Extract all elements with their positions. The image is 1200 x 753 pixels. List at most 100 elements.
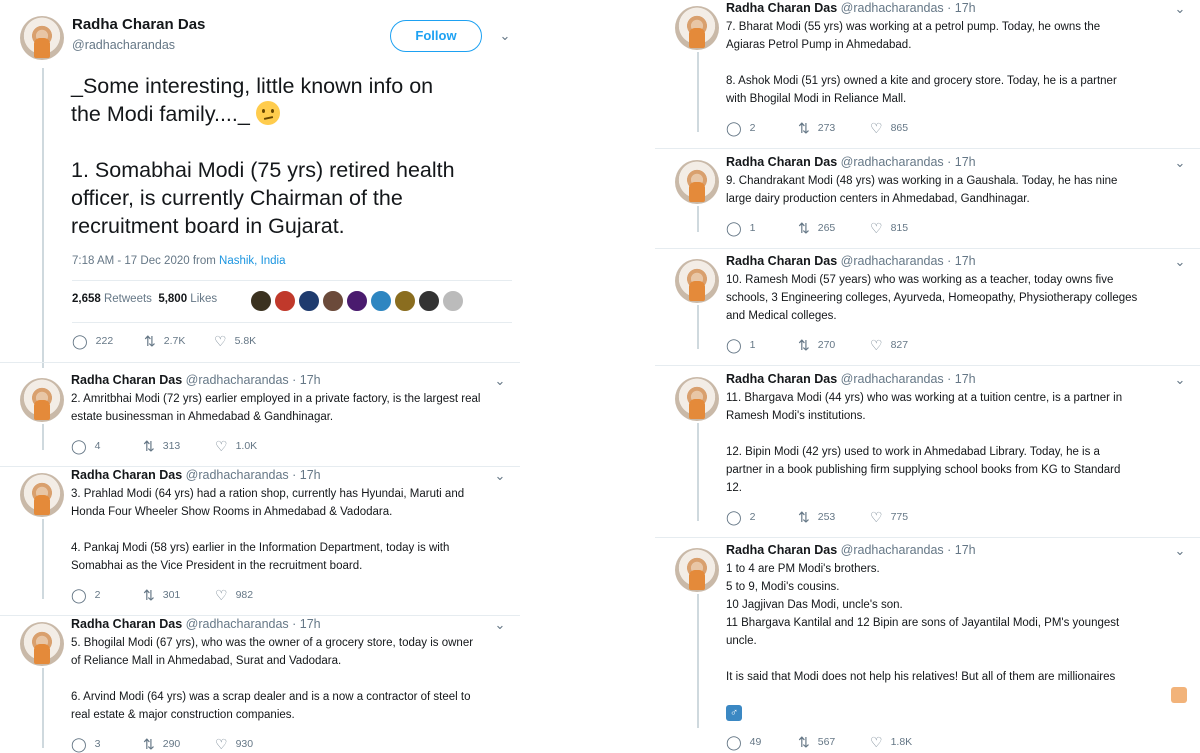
- avatar[interactable]: [20, 473, 64, 517]
- liker-avatar[interactable]: [274, 290, 296, 312]
- avatar[interactable]: [675, 548, 719, 592]
- reply-count: 1: [749, 222, 756, 234]
- chevron-down-icon[interactable]: ⌄: [1172, 372, 1188, 388]
- author-name[interactable]: Radha Charan Das: [726, 254, 837, 268]
- retweet-button[interactable]: ⇅ 273: [798, 120, 835, 137]
- tweet-line: [726, 650, 1191, 668]
- like-button[interactable]: ♡ 827: [870, 337, 908, 354]
- likes-count[interactable]: 5,800: [158, 293, 187, 305]
- likes-label[interactable]: Likes: [190, 293, 217, 305]
- author-name[interactable]: Radha Charan Das: [71, 373, 182, 387]
- reply-button[interactable]: ◯ 2: [71, 587, 101, 604]
- person-emoji-icon: [1171, 687, 1187, 703]
- author-name[interactable]: Radha Charan Das: [726, 372, 837, 386]
- author-name[interactable]: Radha Charan Das: [71, 468, 182, 482]
- liker-avatar[interactable]: [322, 290, 344, 312]
- reply-button[interactable]: ◯ 3: [71, 736, 101, 753]
- reply-button[interactable]: ◯ 2: [726, 120, 756, 137]
- heart-icon: ♡: [215, 587, 228, 603]
- retweet-button[interactable]: ⇅ 2.7K: [144, 333, 185, 350]
- retweet-button[interactable]: ⇅ 265: [798, 220, 835, 237]
- liker-avatar[interactable]: [394, 290, 416, 312]
- tweet-line: Ramesh Modi's institutions.: [726, 410, 866, 422]
- main-author-name[interactable]: Radha Charan Das: [72, 16, 205, 33]
- author-handle[interactable]: @radhacharandas · 17h: [841, 543, 976, 557]
- tweet-line-with-emoji: the Modi family...._: [71, 100, 455, 128]
- retweet-button[interactable]: ⇅ 301: [143, 587, 180, 604]
- retweet-button[interactable]: ⇅ 313: [143, 438, 180, 455]
- tweet-line: [726, 686, 1191, 704]
- author-name[interactable]: Radha Charan Das: [72, 16, 205, 33]
- main-author-handle[interactable]: @radhacharandas: [72, 38, 175, 52]
- author-name[interactable]: Radha Charan Das: [726, 543, 837, 557]
- reply-button[interactable]: ◯ 2: [726, 509, 756, 526]
- chevron-down-icon[interactable]: ⌄: [492, 617, 508, 633]
- retweets-count[interactable]: 2,658: [72, 293, 101, 305]
- chevron-down-icon[interactable]: ⌄: [497, 28, 513, 44]
- avatar[interactable]: [675, 160, 719, 204]
- follow-button[interactable]: Follow: [390, 20, 482, 52]
- like-button[interactable]: ♡ 982: [215, 587, 253, 604]
- heart-icon: ♡: [215, 736, 228, 752]
- liker-avatar[interactable]: [298, 290, 320, 312]
- like-button[interactable]: ♡ 930: [215, 736, 253, 753]
- retweet-count: 265: [817, 222, 836, 234]
- chevron-down-icon[interactable]: ⌄: [1172, 254, 1188, 270]
- reply-button[interactable]: ◯ 4: [71, 438, 101, 455]
- tweet-body: 5. Bhogilal Modi (67 yrs), who was the o…: [71, 634, 511, 724]
- avatar[interactable]: [675, 259, 719, 303]
- heart-icon: ♡: [870, 734, 883, 750]
- author-handle[interactable]: @radhacharandas · 17h: [186, 468, 321, 482]
- chevron-down-icon[interactable]: ⌄: [1172, 1, 1188, 17]
- like-button[interactable]: ♡ 1.0K: [215, 438, 257, 455]
- retweet-arrows-icon: ⇅: [143, 587, 155, 603]
- author-name[interactable]: Radha Charan Das: [726, 155, 837, 169]
- author-handle[interactable]: @radhacharandas · 17h: [841, 254, 976, 268]
- liker-avatar[interactable]: [442, 290, 464, 312]
- chevron-down-icon[interactable]: ⌄: [492, 468, 508, 484]
- liker-avatar[interactable]: [418, 290, 440, 312]
- avatar[interactable]: [675, 6, 719, 50]
- author-handle[interactable]: @radhacharandas · 17h: [186, 373, 321, 387]
- avatar[interactable]: [20, 622, 64, 666]
- liker-avatar[interactable]: [250, 290, 272, 312]
- retweets-label[interactable]: Retweets: [104, 293, 152, 305]
- reply-header: Radha Charan Das @radhacharandas · 17h: [726, 1, 976, 15]
- author-handle[interactable]: @radhacharandas · 17h: [841, 1, 976, 15]
- like-button[interactable]: ♡ 5.8K: [214, 333, 256, 350]
- retweet-button[interactable]: ⇅ 567: [798, 734, 835, 751]
- retweet-button[interactable]: ⇅ 253: [798, 509, 835, 526]
- author-handle[interactable]: @radhacharandas · 17h: [841, 155, 976, 169]
- chevron-down-icon[interactable]: ⌄: [1172, 543, 1188, 559]
- retweet-button[interactable]: ⇅ 270: [798, 337, 835, 354]
- author-name[interactable]: Radha Charan Das: [726, 1, 837, 15]
- retweet-count: 313: [162, 440, 181, 452]
- liker-avatar[interactable]: [370, 290, 392, 312]
- author-handle[interactable]: @radhacharandas · 17h: [186, 617, 321, 631]
- thread-line: [42, 68, 44, 368]
- tweet-body: 7. Bharat Modi (55 yrs) was working at a…: [726, 18, 1191, 108]
- author-name[interactable]: Radha Charan Das: [71, 617, 182, 631]
- avatar[interactable]: [675, 377, 719, 421]
- author-handle[interactable]: @radhacharandas · 17h: [841, 372, 976, 386]
- location-link[interactable]: Nashik, India: [219, 255, 285, 267]
- chevron-down-icon[interactable]: ⌄: [1172, 155, 1188, 171]
- retweet-arrows-icon: ⇅: [798, 509, 810, 525]
- chevron-down-icon[interactable]: ⌄: [492, 373, 508, 389]
- tweet-line: 2. Amritbhai Modi (72 yrs) earlier emplo…: [71, 393, 481, 405]
- like-button[interactable]: ♡ 1.8K: [870, 734, 912, 751]
- retweet-button[interactable]: ⇅ 290: [143, 736, 180, 753]
- like-button[interactable]: ♡ 865: [870, 120, 908, 137]
- liker-avatar[interactable]: [346, 290, 368, 312]
- reply-button[interactable]: ◯ 1: [726, 337, 756, 354]
- reply-button[interactable]: ◯ 222: [72, 333, 113, 350]
- reply-button[interactable]: ◯ 49: [726, 734, 761, 751]
- avatar[interactable]: [20, 378, 64, 422]
- thread-line: [697, 423, 699, 521]
- avatar[interactable]: [20, 16, 64, 60]
- tweet-line: uncle.: [726, 635, 757, 647]
- tweet-line: 3. Prahlad Modi (64 yrs) had a ration sh…: [71, 488, 465, 500]
- like-button[interactable]: ♡ 775: [870, 509, 908, 526]
- reply-button[interactable]: ◯ 1: [726, 220, 756, 237]
- like-button[interactable]: ♡ 815: [870, 220, 908, 237]
